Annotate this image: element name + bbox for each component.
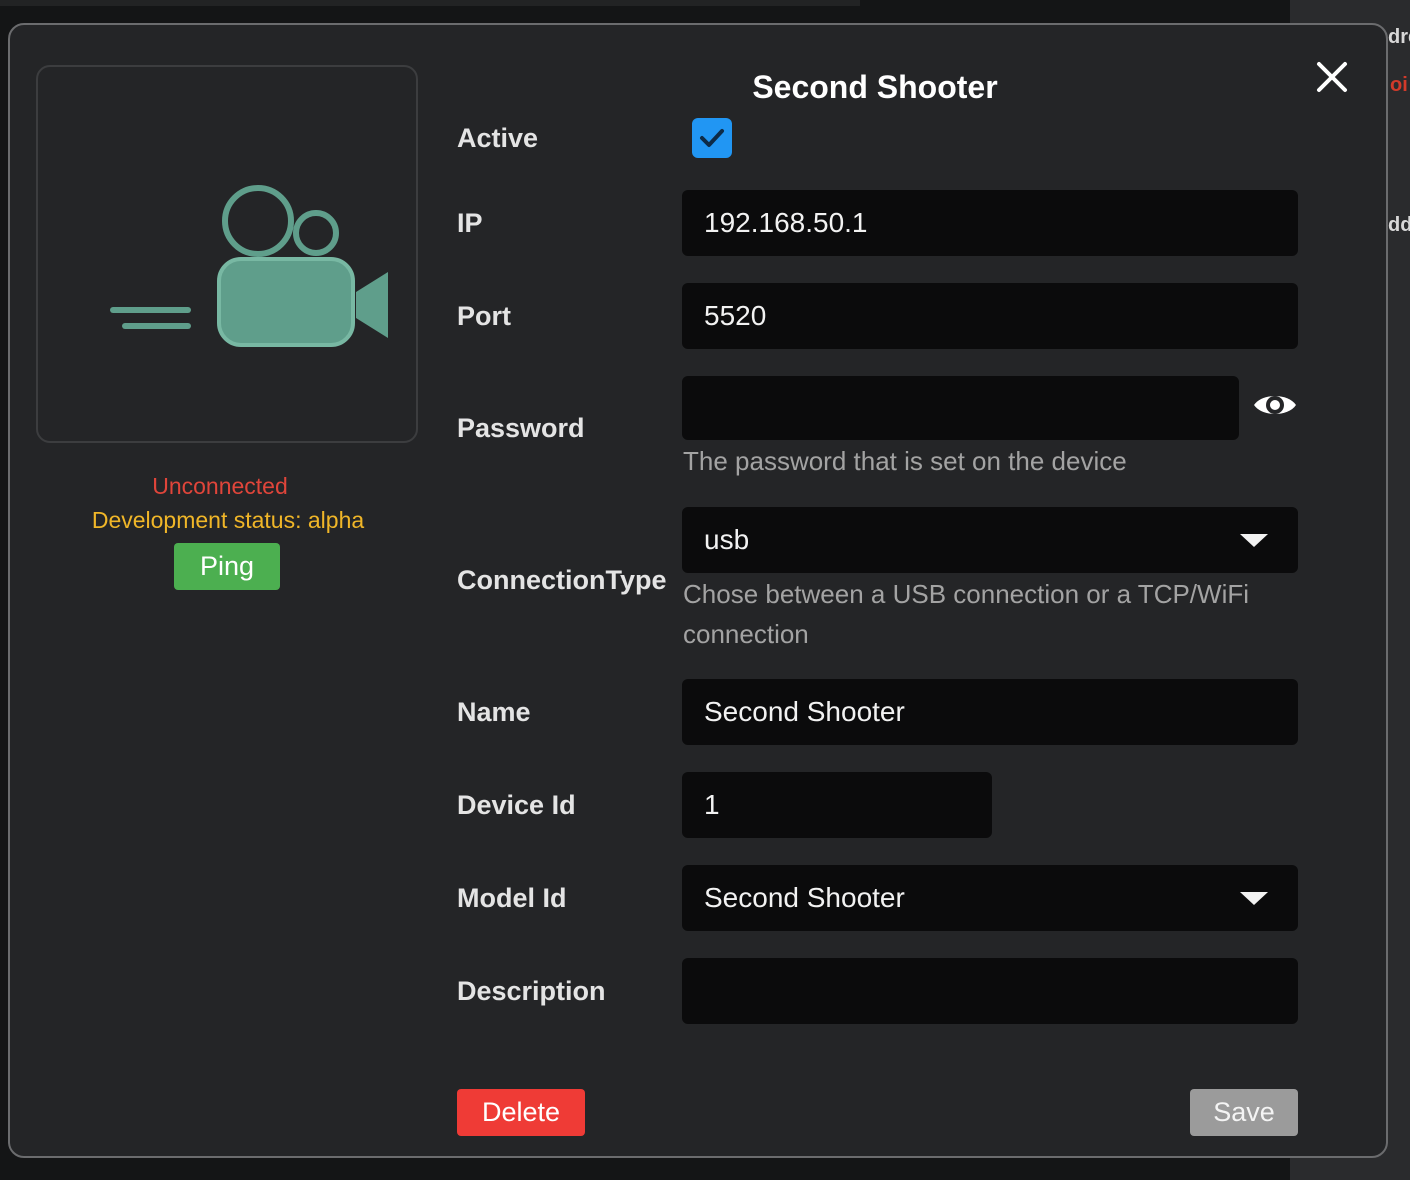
save-button[interactable]: Save: [1190, 1089, 1298, 1136]
background-fragment: oi: [1390, 74, 1408, 96]
password-hint: The password that is set on the device: [683, 446, 1127, 476]
port-label: Port: [457, 301, 511, 331]
model-id-select[interactable]: Second Shooter: [682, 865, 1298, 931]
video-camera-icon: [110, 185, 388, 347]
ping-button[interactable]: Ping: [174, 543, 280, 590]
chevron-down-icon: [1240, 891, 1268, 905]
development-status: Development status: alpha: [91, 507, 365, 533]
name-label: Name: [457, 697, 531, 727]
password-input[interactable]: [682, 376, 1239, 440]
background-bar: [0, 0, 860, 6]
background-fragment: dd: [1388, 214, 1410, 236]
connection-type-hint-line-1: Chose between a USB connection or a TCP/…: [683, 579, 1250, 609]
close-icon: [1317, 62, 1347, 92]
active-label: Active: [457, 123, 539, 153]
model-id-value: Second Shooter: [704, 882, 905, 913]
delete-button[interactable]: Delete: [457, 1089, 585, 1136]
device-image-frame: [36, 65, 418, 443]
ip-input[interactable]: 192.168.50.1: [682, 190, 1298, 256]
connection-type-hint-line-2: connection: [683, 619, 809, 649]
device-id-input[interactable]: 1: [682, 772, 992, 838]
connection-status: Unconnected: [152, 473, 288, 499]
active-checkbox[interactable]: [692, 118, 732, 158]
name-value: Second Shooter: [704, 696, 905, 727]
check-icon: [700, 129, 724, 147]
device-settings-dialog: Unconnected Development status: alpha Pi…: [8, 23, 1388, 1158]
device-id-label: Device Id: [457, 790, 576, 820]
ip-value: 192.168.50.1: [704, 207, 868, 238]
close-button[interactable]: [1310, 55, 1354, 99]
password-label: Password: [457, 413, 585, 443]
background-fragment: dre: [1388, 26, 1410, 48]
connection-type-label: ConnectionType: [457, 565, 667, 595]
dialog-title: Second Shooter: [752, 69, 998, 105]
name-input[interactable]: Second Shooter: [682, 679, 1298, 745]
password-visibility-toggle[interactable]: [1250, 385, 1300, 425]
port-value: 5520: [704, 300, 767, 331]
chevron-down-icon: [1240, 533, 1268, 547]
port-input[interactable]: 5520: [682, 283, 1298, 349]
description-label: Description: [457, 976, 606, 1006]
connection-type-select[interactable]: usb: [682, 507, 1298, 573]
ip-label: IP: [457, 208, 483, 238]
model-id-label: Model Id: [457, 883, 567, 913]
eye-icon: [1254, 396, 1296, 414]
description-input[interactable]: [682, 958, 1298, 1024]
connection-type-value: usb: [704, 524, 750, 555]
device-id-value: 1: [704, 789, 720, 820]
